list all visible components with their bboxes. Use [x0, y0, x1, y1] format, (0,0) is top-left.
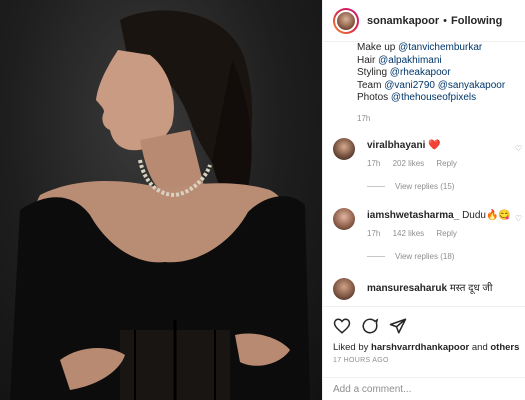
view-replies-button[interactable]: View replies (15): [367, 182, 454, 191]
caption-line-team: Team @vani2790 @sanyakapoor: [357, 80, 523, 93]
post-caption: Make up @tanvichemburkar Hair @alpakhima…: [333, 42, 523, 105]
share-paper-plane-icon[interactable]: [389, 317, 407, 335]
reply-button[interactable]: Reply: [436, 159, 456, 168]
replies-divider: [367, 186, 385, 187]
comment-meta: 17h 142 likes Reply: [367, 229, 467, 238]
comment-likes[interactable]: 142 likes: [393, 229, 425, 238]
post-photo[interactable]: [0, 0, 322, 400]
caption-prefix: Photos: [357, 92, 391, 103]
mention-link[interactable]: @thehouseofpixels: [391, 92, 476, 103]
mention-link[interactable]: @sanyakapoor: [438, 80, 505, 91]
post-header: sonamkapoor • Following: [323, 0, 525, 42]
mention-link[interactable]: @rheakapoor: [390, 67, 451, 78]
caption-prefix: Team: [357, 79, 385, 91]
view-replies-label: View replies (18): [395, 252, 455, 261]
action-icons-row: [333, 317, 407, 335]
comment-item: iamshwetasharma_ Dudu🔥😋 17h 142 likes Re…: [333, 208, 525, 268]
profile-avatar[interactable]: [333, 7, 359, 34]
like-heart-icon[interactable]: [333, 317, 351, 335]
comment-item: mansuresaharuk मस्त दूध जी: [333, 278, 525, 306]
liked-by-user-link[interactable]: harshvarrdhankapoor: [371, 342, 469, 353]
post-actions-section: Liked by harshvarrdhankapoor and others …: [323, 306, 525, 400]
mention-link[interactable]: @alpakhimani: [378, 55, 442, 66]
caption-prefix: Hair: [357, 54, 379, 66]
caption-line-hair: Hair @alpakhimani: [357, 55, 523, 68]
comment-bubble-icon[interactable]: [361, 317, 379, 335]
following-button[interactable]: Following: [451, 15, 502, 27]
avatar-image: [335, 9, 357, 32]
comment-time: 17h: [367, 229, 381, 238]
comment-text: iamshwetasharma_ Dudu🔥😋: [367, 210, 511, 221]
like-comment-heart-icon[interactable]: ♡: [515, 214, 522, 223]
post-time-ago: 17 HOURS AGO: [333, 357, 389, 364]
header-separator: •: [443, 14, 447, 27]
header-username[interactable]: sonamkapoor: [367, 15, 439, 27]
liked-by-and: and: [469, 342, 491, 353]
reply-button[interactable]: Reply: [436, 229, 456, 238]
caption-prefix: Make up: [357, 42, 399, 53]
view-replies-button[interactable]: View replies (18): [367, 252, 454, 261]
caption-line-styling: Styling @rheakapoor: [357, 67, 523, 80]
replies-divider: [367, 256, 385, 257]
liked-by-others-link[interactable]: others: [490, 342, 519, 353]
comment-username[interactable]: viralbhayani: [367, 140, 425, 151]
commenter-avatar[interactable]: [333, 278, 355, 300]
caption-prefix: Styling: [357, 67, 390, 78]
liked-by-text: Liked by harshvarrdhankapoor and others: [333, 342, 519, 353]
caption-line-makeup: Make up @tanvichemburkar: [357, 42, 523, 55]
post-side-panel: sonamkapoor • Following Make up @tanvich…: [322, 0, 525, 400]
post-photo-illustration: [10, 10, 310, 400]
commenter-avatar[interactable]: [333, 138, 355, 160]
add-comment-input[interactable]: Add a comment...: [323, 377, 525, 400]
view-replies-label: View replies (15): [395, 182, 455, 191]
comment-body: Dudu🔥😋: [462, 210, 511, 221]
comment-likes[interactable]: 202 likes: [393, 159, 425, 168]
mention-link[interactable]: @vani2790: [384, 80, 435, 91]
comment-username[interactable]: mansuresaharuk: [367, 283, 447, 294]
comment-username[interactable]: iamshwetasharma_: [367, 210, 459, 221]
caption-timestamp: 17h: [357, 114, 371, 123]
comment-text: mansuresaharuk मस्त दूध जी: [367, 280, 492, 294]
commenter-avatar[interactable]: [333, 208, 355, 230]
liked-by-prefix: Liked by: [333, 342, 372, 353]
like-comment-heart-icon[interactable]: ♡: [515, 144, 522, 153]
comment-meta: 17h 202 likes Reply: [367, 159, 467, 168]
comment-time: 17h: [367, 159, 381, 168]
mention-link[interactable]: @tanvichemburkar: [398, 42, 482, 53]
caption-line-photos: Photos @thehouseofpixels: [357, 92, 523, 105]
comment-body: मस्त दूध जी: [449, 283, 493, 294]
comment-body: ❤️: [428, 140, 441, 151]
comment-item: viralbhayani ❤️ 17h 202 likes Reply View…: [333, 138, 525, 198]
comment-text: viralbhayani ❤️: [367, 140, 441, 151]
